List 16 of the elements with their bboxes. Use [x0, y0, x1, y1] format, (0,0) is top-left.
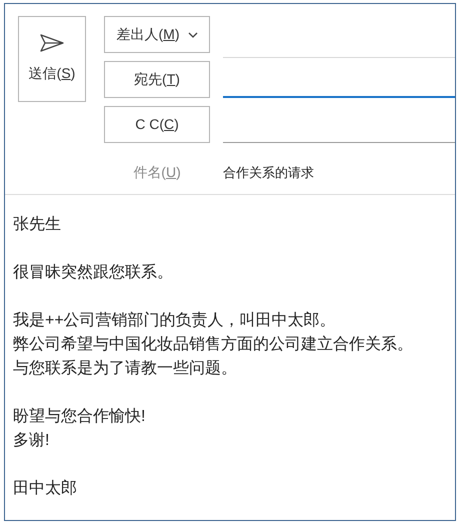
message-body[interactable]: 张先生 很冒昧突然跟您联系。 我是++公司营销部门的负责人，叫田中太郎。 弊公司希望与中国化妆品销售方面的公司建立合作关系。 与您联系是为了请教一些问题。 盼望与您合作愉快! 多谢! 田中太郎	[5, 195, 455, 520]
body-line: 盼望与您合作愉快!	[13, 406, 146, 427]
body-line: 与您联系是为了请教一些问题。	[13, 358, 237, 379]
recipient-button[interactable]: C C(C)	[104, 106, 210, 143]
from-dropdown[interactable]: 差出人(M)	[104, 16, 210, 53]
send-icon	[39, 33, 65, 53]
send-button[interactable]: 送信(S)	[18, 16, 86, 102]
recipient-button[interactable]: 宛先(T)	[104, 61, 210, 98]
chevron-down-icon	[188, 32, 198, 38]
body-line: 很冒昧突然跟您联系。	[13, 262, 173, 283]
body-line: 张先生	[13, 214, 61, 235]
body-line: 弊公司希望与中国化妆品销售方面的公司建立合作关系。	[13, 334, 413, 355]
body-line: 多谢!	[13, 431, 50, 451]
body-line: 田中太郎	[13, 478, 77, 499]
subject-label: 件名(U)	[132, 163, 182, 182]
body-line: 我是++公司营销部门的负责人，叫田中太郎。	[13, 310, 336, 331]
